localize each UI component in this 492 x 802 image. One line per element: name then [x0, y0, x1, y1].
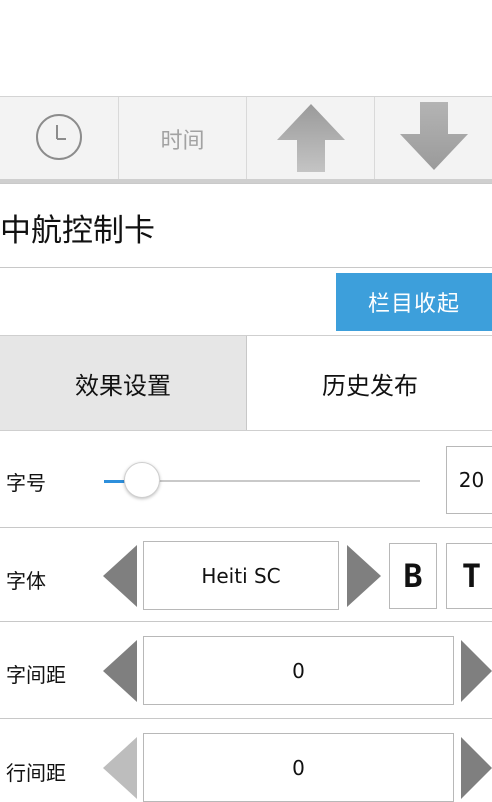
font-size-value[interactable]: 20 [446, 446, 492, 514]
line-spacing-label: 行间距 [6, 761, 66, 785]
toolbar-shadow [0, 179, 492, 183]
tab-effect-settings[interactable]: 效果设置 [0, 336, 247, 430]
font-value: Heiti SC [143, 541, 339, 610]
bold-button[interactable]: B [389, 543, 437, 609]
time-button[interactable]: 时间 [119, 97, 247, 180]
letter-spacing-value: 0 [143, 636, 454, 705]
collapse-button[interactable]: 栏目收起 [336, 273, 492, 331]
move-up-button[interactable] [247, 97, 375, 180]
font-prev-arrow-icon[interactable] [103, 545, 137, 607]
text-style-button[interactable]: T [446, 543, 492, 609]
arrow-up-icon [273, 100, 349, 178]
move-down-button[interactable] [375, 97, 492, 180]
font-label: 字体 [6, 569, 46, 593]
clock-button[interactable] [0, 97, 119, 180]
time-label: 时间 [160, 128, 205, 154]
card-title: 中航控制卡 [0, 188, 492, 268]
toolbar: 时间 [0, 96, 492, 184]
line-spacing-decrease-icon[interactable] [103, 737, 137, 799]
divider [0, 430, 492, 431]
font-next-arrow-icon[interactable] [347, 545, 381, 607]
row-divider [0, 718, 492, 719]
arrow-down-icon [396, 100, 472, 178]
row-divider [0, 621, 492, 622]
letter-spacing-label: 字间距 [6, 663, 66, 687]
line-spacing-value: 0 [143, 733, 454, 802]
line-spacing-increase-icon[interactable] [461, 737, 492, 799]
font-size-slider-thumb[interactable] [123, 462, 160, 498]
tab-history[interactable]: 历史发布 [248, 336, 492, 430]
letter-spacing-decrease-icon[interactable] [103, 640, 137, 702]
row-divider [0, 527, 492, 528]
font-size-label: 字号 [6, 471, 46, 495]
clock-icon [31, 109, 87, 169]
letter-spacing-increase-icon[interactable] [461, 640, 492, 702]
